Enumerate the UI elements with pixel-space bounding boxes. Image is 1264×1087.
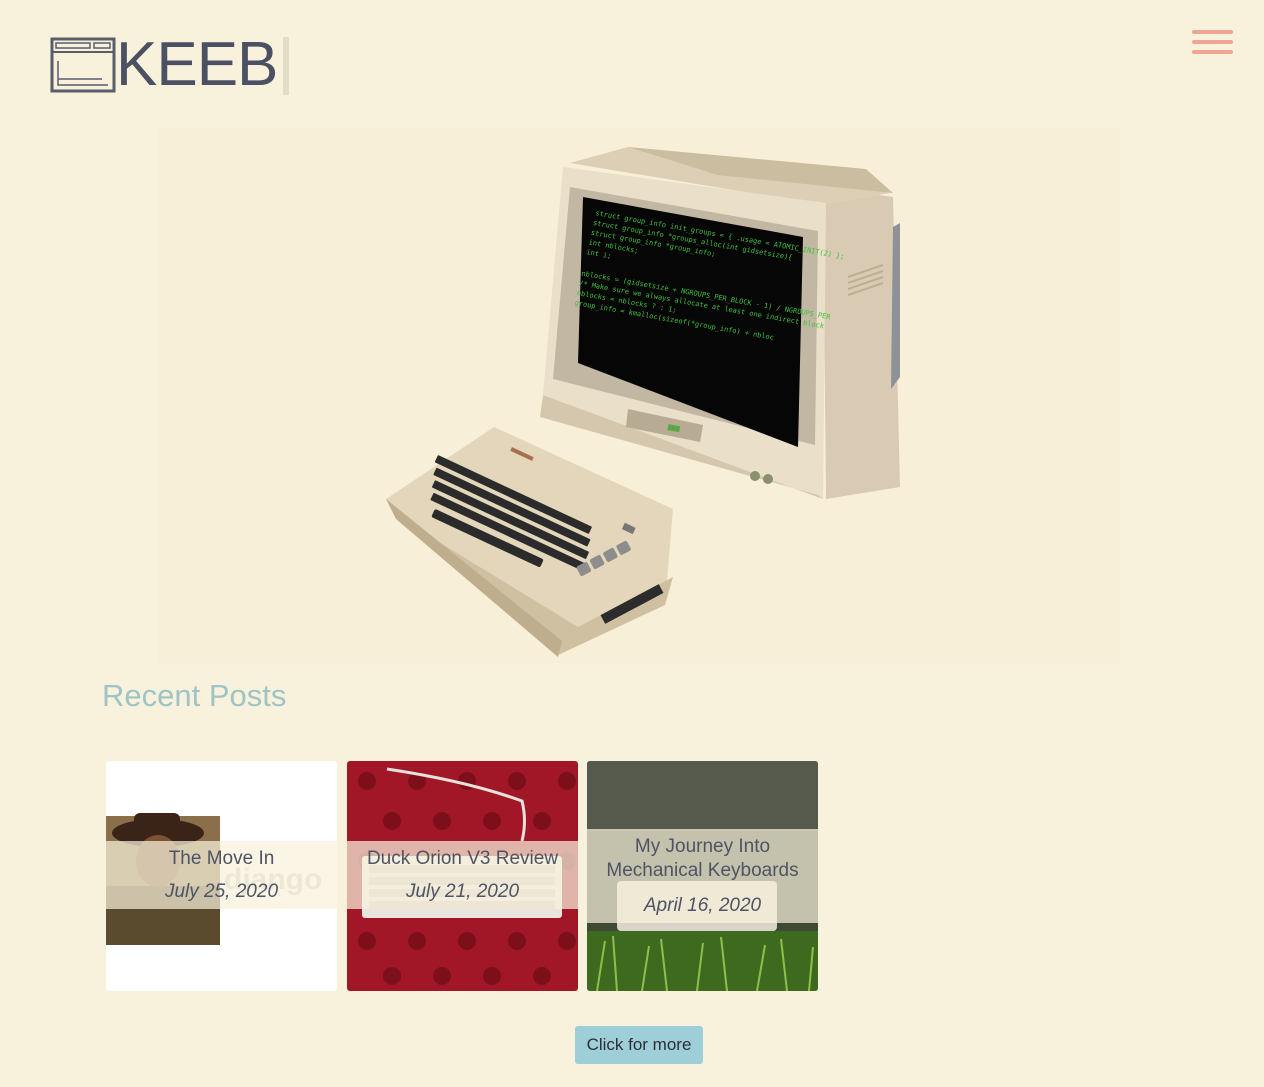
logo-text: KEEB xyxy=(116,30,278,99)
post-date: April 16, 2020 xyxy=(643,895,762,916)
hero-image: struct group_info init_groups = { .usage… xyxy=(158,127,1120,663)
post-title: Duck Orion V3 Review xyxy=(366,848,559,869)
post-card[interactable]: django The Move In July 25, 2020 xyxy=(106,761,337,991)
hamburger-icon[interactable] xyxy=(1192,28,1234,56)
post-date: July 21, 2020 xyxy=(405,881,520,902)
site-logo[interactable]: KEEB xyxy=(50,30,290,99)
post-date: July 25, 2020 xyxy=(164,881,279,902)
post-title: My Journey Into Mechanical Keyboards xyxy=(606,836,799,881)
more-posts-button[interactable]: Click for more xyxy=(575,1026,703,1064)
post-title: The Move In xyxy=(168,848,275,869)
post-card[interactable]: My Journey Into Mechanical Keyboards Apr… xyxy=(587,761,818,991)
text-cursor xyxy=(283,37,290,95)
window-icon xyxy=(50,37,116,93)
post-card[interactable]: Duck Orion V3 Review July 21, 2020 xyxy=(347,761,578,991)
section-title: Recent Posts xyxy=(102,678,287,713)
